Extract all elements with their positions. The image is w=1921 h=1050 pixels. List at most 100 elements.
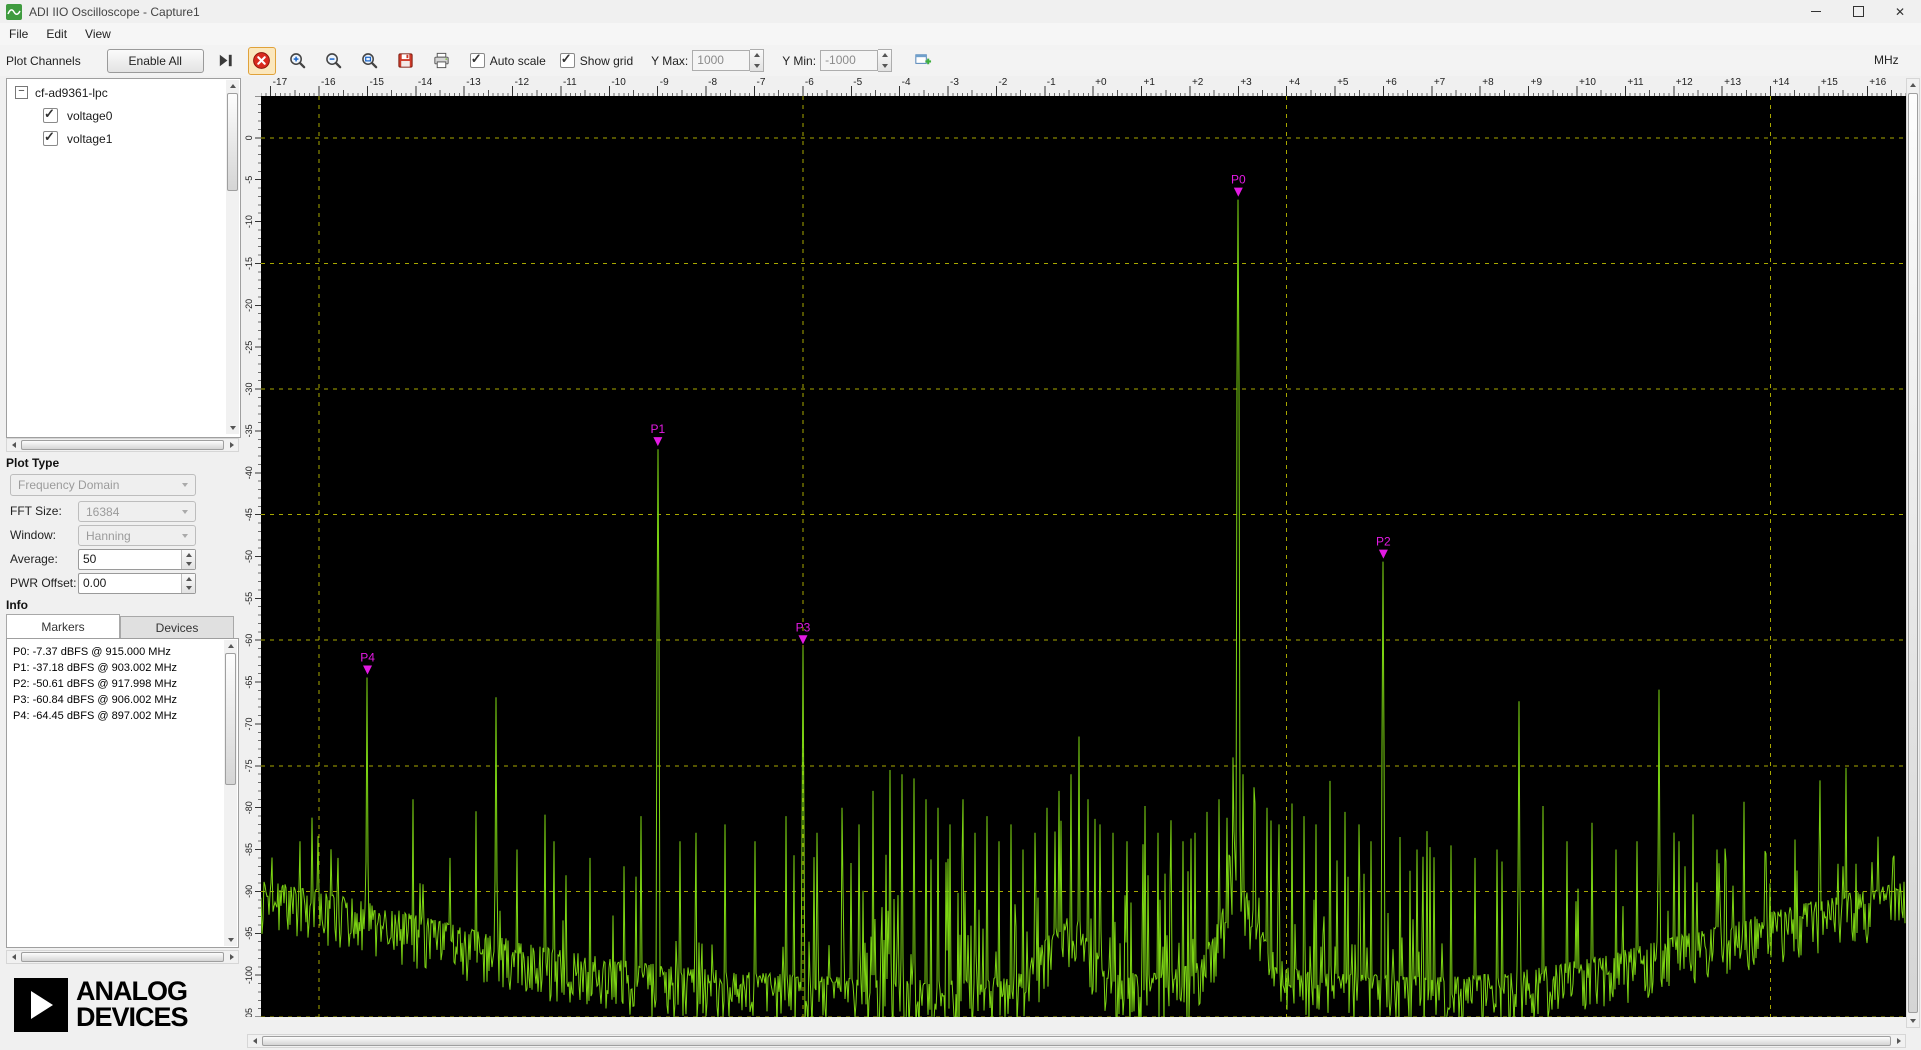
fft-size-value: 16384 <box>86 505 119 519</box>
titlebar[interactable]: ADI IIO Oscilloscope - Capture1 ✕ <box>0 0 1921 24</box>
close-button[interactable]: ✕ <box>1879 0 1921 23</box>
tree-collapse-icon[interactable]: − <box>15 86 28 99</box>
y-min-spinner[interactable] <box>878 49 892 72</box>
y-max-spinner[interactable] <box>750 49 764 72</box>
pwr-offset-value[interactable]: 0.00 <box>79 574 181 593</box>
svg-text:+4: +4 <box>1289 77 1301 88</box>
window-select[interactable]: Hanning <box>78 525 196 546</box>
svg-text:0: 0 <box>245 135 254 140</box>
scrollbar-thumb[interactable] <box>262 1036 1891 1046</box>
average-stepper[interactable]: 50 <box>78 549 196 570</box>
enable-all-button[interactable]: Enable All <box>107 49 204 73</box>
plot-vertical-scrollbar[interactable] <box>1906 78 1920 1028</box>
show-grid-label: Show grid <box>580 54 633 68</box>
check-icon: ✓ <box>44 106 55 122</box>
svg-text:-10: -10 <box>611 77 626 88</box>
svg-text:-11: -11 <box>563 77 577 88</box>
y-max-input[interactable]: 1000 <box>692 50 750 71</box>
tab-devices[interactable]: Devices <box>120 616 234 640</box>
zoom-out-icon <box>324 51 343 70</box>
save-button[interactable] <box>392 47 420 75</box>
fft-size-select[interactable]: 16384 <box>78 501 196 522</box>
scroll-down-icon[interactable] <box>226 422 239 434</box>
scroll-down-icon[interactable] <box>224 934 237 946</box>
fft-size-label: FFT Size: <box>10 504 62 518</box>
stop-capture-button[interactable] <box>248 47 276 75</box>
scroll-up-icon[interactable] <box>224 640 237 652</box>
svg-text:+12: +12 <box>1676 77 1693 88</box>
zoom-in-button[interactable] <box>284 47 312 75</box>
maximize-button[interactable] <box>1837 0 1879 23</box>
scrollbar-thumb[interactable] <box>227 93 238 191</box>
app-icon <box>6 4 22 20</box>
minimize-button[interactable] <box>1795 0 1837 23</box>
y-min-label: Y Min: <box>782 54 816 68</box>
marker-readout-p2: P2: -50.61 dBFS @ 917.998 MHz <box>13 677 238 692</box>
scroll-left-icon[interactable] <box>7 439 20 451</box>
analog-devices-logo: ANALOG DEVICES <box>14 978 188 1032</box>
markers-list[interactable]: P0: -7.37 dBFS @ 915.000 MHz P1: -37.18 … <box>6 638 239 948</box>
menu-edit[interactable]: Edit <box>37 24 76 44</box>
y-min-input[interactable]: -1000 <box>820 50 878 71</box>
device-tree-node[interactable]: − cf-ad9361-lpc <box>7 81 207 104</box>
voltage0-checkbox[interactable]: ✓ <box>43 108 58 123</box>
scrollbar-thumb[interactable] <box>21 440 224 450</box>
scrollbar-thumb[interactable] <box>21 952 224 962</box>
show-grid-checkbox[interactable]: ✓ <box>560 53 575 68</box>
zoom-fit-button[interactable] <box>356 47 384 75</box>
channel-row-voltage1[interactable]: ✓ voltage1 <box>7 127 207 150</box>
sidebar: − cf-ad9361-lpc ✓ voltage0 ✓ voltage1 Pl… <box>0 76 245 1050</box>
adi-logo-text: ANALOG DEVICES <box>76 978 188 1032</box>
scroll-left-icon[interactable] <box>7 951 20 963</box>
average-spin-buttons[interactable] <box>181 550 195 569</box>
voltage1-checkbox[interactable]: ✓ <box>43 131 58 146</box>
zoom-out-button[interactable] <box>320 47 348 75</box>
auto-scale-checkbox[interactable]: ✓ <box>470 53 485 68</box>
channel-tree[interactable]: − cf-ad9361-lpc ✓ voltage0 ✓ voltage1 <box>6 78 241 438</box>
scrollbar-thumb[interactable] <box>1908 93 1918 1013</box>
scroll-down-icon[interactable] <box>1907 1015 1919 1027</box>
show-grid-toggle[interactable]: ✓ Show grid <box>560 53 633 68</box>
svg-text:-4: -4 <box>902 77 911 88</box>
scroll-right-icon[interactable] <box>225 439 238 451</box>
scroll-right-icon[interactable] <box>225 951 238 963</box>
svg-text:+5: +5 <box>1337 77 1349 88</box>
tree-horizontal-scrollbar[interactable] <box>6 438 239 452</box>
chevron-down-icon <box>182 483 188 487</box>
menu-view[interactable]: View <box>76 24 120 44</box>
scrollbar-thumb[interactable] <box>225 653 236 785</box>
info-horizontal-scrollbar[interactable] <box>6 950 239 964</box>
svg-text:+2: +2 <box>1192 77 1204 88</box>
capture-pause-button[interactable] <box>212 47 240 75</box>
plot-type-value: Frequency Domain <box>18 478 119 492</box>
spectrum-plot-canvas[interactable]: P0P1P2P3P4 <box>261 96 1906 1017</box>
channel-row-voltage0[interactable]: ✓ voltage0 <box>7 104 207 127</box>
svg-text:P4: P4 <box>360 650 375 664</box>
print-button[interactable] <box>428 47 456 75</box>
plot-horizontal-scrollbar[interactable] <box>247 1034 1906 1048</box>
plot-type-select[interactable]: Frequency Domain <box>10 474 196 496</box>
scroll-left-icon[interactable] <box>248 1035 261 1047</box>
scroll-up-icon[interactable] <box>226 80 239 92</box>
scroll-up-icon[interactable] <box>1907 79 1919 91</box>
svg-text:+0: +0 <box>1095 77 1107 88</box>
capture-pause-icon <box>216 51 235 70</box>
new-plot-button[interactable] <box>908 47 936 75</box>
info-vertical-scrollbar[interactable] <box>224 640 237 946</box>
device-name: cf-ad9361-lpc <box>35 86 108 100</box>
pwr-offset-stepper[interactable]: 0.00 <box>78 573 196 594</box>
pwr-offset-spin-buttons[interactable] <box>181 574 195 593</box>
adi-triangle-icon <box>31 991 53 1019</box>
marker-readout-p4: P4: -64.45 dBFS @ 897.002 MHz <box>13 709 238 724</box>
svg-text:-1: -1 <box>1047 77 1056 88</box>
zoom-fit-icon <box>360 51 379 70</box>
tab-markers[interactable]: Markers <box>6 614 120 639</box>
svg-text:+9: +9 <box>1531 77 1543 88</box>
auto-scale-toggle[interactable]: ✓ Auto scale <box>470 53 546 68</box>
svg-text:-50: -50 <box>245 550 254 563</box>
tree-vertical-scrollbar[interactable] <box>226 80 239 434</box>
menu-file[interactable]: File <box>0 24 37 44</box>
scroll-right-icon[interactable] <box>1892 1035 1905 1047</box>
average-value[interactable]: 50 <box>79 550 181 569</box>
new-plot-icon <box>913 51 932 70</box>
